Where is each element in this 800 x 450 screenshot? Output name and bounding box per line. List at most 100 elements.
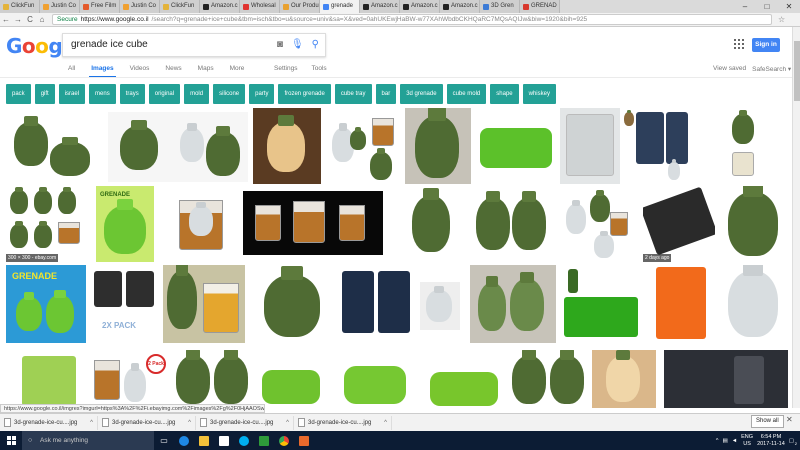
browser-tab[interactable]: Free Film bbox=[80, 0, 120, 13]
chevron-up-icon[interactable]: ^ bbox=[384, 420, 387, 426]
image-result[interactable] bbox=[470, 265, 556, 343]
browser-tab[interactable]: Amazon.c bbox=[360, 0, 400, 13]
image-result[interactable] bbox=[172, 350, 252, 408]
nav-videos[interactable]: Videos bbox=[130, 65, 150, 72]
network-icon[interactable]: ▤ bbox=[722, 438, 727, 444]
skype-icon[interactable] bbox=[234, 431, 254, 450]
browser-tab[interactable]: Amazon.c bbox=[440, 0, 480, 13]
image-result[interactable]: 2 Pack bbox=[90, 352, 168, 408]
image-result[interactable]: GRENADE bbox=[6, 265, 86, 343]
edge-icon[interactable] bbox=[174, 431, 194, 450]
scrollbar-thumb[interactable] bbox=[794, 41, 800, 101]
taskbar-search-input[interactable]: Ask me anything bbox=[22, 431, 154, 450]
related-search-chip[interactable]: mold bbox=[184, 84, 210, 104]
language-indicator[interactable]: ENG US bbox=[741, 434, 753, 448]
related-search-chip[interactable]: cube mold bbox=[446, 84, 487, 104]
image-result[interactable]: GRENADE bbox=[96, 186, 154, 262]
image-result[interactable] bbox=[728, 108, 758, 184]
download-item[interactable]: 3d-grenade-ice-cu....jpg ^ bbox=[4, 415, 98, 430]
image-result[interactable] bbox=[470, 186, 550, 262]
file-explorer-icon[interactable] bbox=[194, 431, 214, 450]
image-result[interactable] bbox=[560, 265, 644, 343]
search-icon[interactable]: ⚲ bbox=[312, 34, 319, 56]
reload-icon[interactable]: C bbox=[24, 15, 36, 24]
home-icon[interactable]: ⌂ bbox=[36, 15, 48, 24]
browser-tab[interactable]: Amazon.c bbox=[400, 0, 440, 13]
image-result[interactable] bbox=[108, 112, 248, 182]
image-result[interactable] bbox=[163, 265, 245, 343]
image-result[interactable] bbox=[622, 108, 690, 184]
related-search-chip[interactable]: shape bbox=[490, 84, 519, 104]
image-result[interactable] bbox=[405, 108, 471, 184]
camera-icon[interactable]: ◙ bbox=[277, 34, 283, 56]
maximize-icon[interactable]: □ bbox=[756, 0, 778, 13]
tools-link[interactable]: Tools bbox=[312, 65, 327, 72]
image-result[interactable] bbox=[20, 352, 82, 408]
sign-in-button[interactable]: Sign in bbox=[752, 38, 780, 52]
taskbar-clock[interactable]: 6:54 PM 2017-11-14 bbox=[757, 434, 785, 448]
related-search-chip[interactable]: gift bbox=[34, 84, 55, 104]
image-result[interactable] bbox=[256, 265, 330, 343]
browser-tab[interactable]: Our Produ bbox=[280, 0, 320, 13]
image-result[interactable] bbox=[6, 112, 94, 182]
browser-tab[interactable]: Wholesal bbox=[240, 0, 280, 13]
chevron-up-icon[interactable]: ^ bbox=[716, 438, 719, 444]
browser-tab[interactable]: grenade bbox=[320, 0, 360, 13]
close-download-shelf-icon[interactable]: ✕ bbox=[786, 415, 793, 424]
browser-tab[interactable]: Justin Co bbox=[40, 0, 80, 13]
browser-tab[interactable]: ClickFun bbox=[160, 0, 200, 13]
image-result[interactable] bbox=[560, 186, 632, 262]
image-result[interactable]: 300 × 300 - ebay.com bbox=[6, 186, 88, 262]
image-result[interactable] bbox=[652, 265, 712, 343]
safesearch-dropdown[interactable]: SafeSearch ▾ bbox=[752, 65, 791, 73]
image-result[interactable] bbox=[508, 350, 588, 408]
browser-tab[interactable]: GRENAD bbox=[520, 0, 560, 13]
nav-all[interactable]: All bbox=[68, 65, 75, 72]
image-result[interactable]: 2X PACK bbox=[88, 265, 160, 343]
download-item[interactable]: 3d-grenade-ice-cu....jpg ^ bbox=[102, 415, 196, 430]
related-search-chip[interactable]: frozen grenade bbox=[278, 84, 331, 104]
related-search-chip[interactable]: whiskey bbox=[522, 84, 556, 104]
show-all-downloads-button[interactable]: Show all bbox=[751, 415, 784, 428]
task-view-icon[interactable]: ▭ bbox=[154, 431, 174, 450]
close-icon[interactable]: ✕ bbox=[778, 0, 800, 13]
forward-icon[interactable]: → bbox=[12, 15, 24, 24]
image-result[interactable] bbox=[404, 186, 458, 262]
volume-icon[interactable]: ◄ bbox=[732, 438, 737, 444]
image-result[interactable] bbox=[428, 370, 500, 408]
image-result[interactable] bbox=[253, 108, 321, 184]
image-result[interactable] bbox=[592, 350, 656, 408]
image-result[interactable] bbox=[720, 186, 788, 262]
store-icon[interactable] bbox=[214, 431, 234, 450]
image-result[interactable] bbox=[326, 108, 398, 184]
related-search-chip[interactable]: pack bbox=[6, 84, 31, 104]
related-search-chip[interactable]: original bbox=[148, 84, 181, 104]
nav-more[interactable]: More bbox=[230, 65, 245, 72]
browser-tab[interactable]: 3D Gren bbox=[480, 0, 520, 13]
image-result[interactable] bbox=[340, 265, 412, 343]
related-search-chip[interactable]: silicone bbox=[213, 84, 246, 104]
view-saved-link[interactable]: View saved bbox=[713, 65, 746, 73]
image-result[interactable] bbox=[664, 350, 788, 408]
download-item[interactable]: 3d-grenade-ice-cu....jpg ^ bbox=[298, 415, 392, 430]
browser-tab[interactable]: Amazon.c bbox=[200, 0, 240, 13]
nav-news[interactable]: News bbox=[165, 65, 181, 72]
minimize-icon[interactable]: – bbox=[734, 0, 756, 13]
download-item[interactable]: 3d-grenade-ice-cu....jpg ^ bbox=[200, 415, 294, 430]
related-search-chip[interactable]: mens bbox=[89, 84, 116, 104]
image-result[interactable] bbox=[476, 108, 556, 184]
browser-tab[interactable]: ClickFun bbox=[0, 0, 40, 13]
related-search-chip[interactable]: cube tray bbox=[334, 84, 372, 104]
chevron-up-icon[interactable]: ^ bbox=[188, 420, 191, 426]
browser-tab[interactable]: Justin Co bbox=[120, 0, 160, 13]
start-button[interactable] bbox=[0, 431, 22, 450]
settings-link[interactable]: Settings bbox=[274, 65, 298, 72]
search-input[interactable]: grenade ice cube ◙ 🎙 ⚲ bbox=[62, 33, 326, 57]
nav-images[interactable]: Images bbox=[89, 65, 117, 78]
related-search-chip[interactable]: 3d grenade bbox=[400, 84, 443, 104]
apps-grid-icon[interactable] bbox=[734, 39, 744, 49]
chrome-icon[interactable] bbox=[274, 431, 294, 450]
back-icon[interactable]: ← bbox=[0, 15, 12, 24]
bookmark-star-icon[interactable]: ☆ bbox=[778, 15, 785, 24]
microphone-icon[interactable]: 🎙 bbox=[291, 34, 304, 56]
